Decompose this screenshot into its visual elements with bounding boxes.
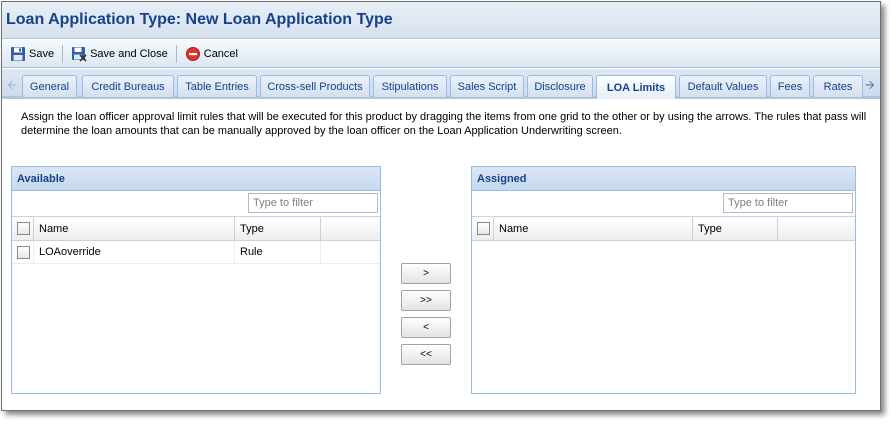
tab-label: General [29, 80, 70, 93]
tab-label: LOA Limits [606, 81, 666, 94]
tab-label: Table Entries [185, 80, 249, 93]
tab-label: Stipulations [381, 80, 439, 93]
select-all-checkbox[interactable] [477, 222, 490, 235]
loan-application-type-window: Loan Application Type: New Loan Applicat… [1, 1, 881, 411]
tab-label: Credit Bureaus [91, 80, 165, 93]
row-checkbox-cell [12, 241, 34, 263]
tab-label: Sales Script [457, 80, 517, 93]
save-close-icon [71, 46, 87, 62]
assigned-column-headers: Name Type [472, 217, 855, 241]
tab-strip: 🡨 General Credit Bureaus Table Entries C… [2, 69, 880, 99]
column-header-filler [321, 217, 380, 240]
title-bar: Loan Application Type: New Loan Applicat… [2, 2, 880, 39]
select-all-cell [472, 217, 494, 240]
column-header-name[interactable]: Name [494, 217, 693, 240]
column-header-filler [778, 217, 855, 240]
tab-label: Disclosure [534, 80, 586, 93]
available-header: Available [12, 167, 380, 191]
scroll-left-arrow-icon[interactable]: 🡨 [4, 75, 20, 95]
row-checkbox[interactable] [17, 245, 30, 259]
assigned-grid: Assigned Name Type [471, 166, 856, 394]
available-grid: Available Name Type LOAoverride Rule [11, 166, 381, 394]
select-all-cell [12, 217, 34, 240]
save-label: Save [29, 47, 55, 60]
column-header-type[interactable]: Type [693, 217, 778, 240]
tab-credit-bureaus[interactable]: Credit Bureaus [82, 75, 174, 97]
cancel-icon [185, 46, 201, 62]
row-type: Rule [235, 241, 321, 263]
toolbar: Save Save and Close Cancel [2, 40, 880, 68]
tab-rates[interactable]: Rates [813, 75, 863, 97]
scroll-right-arrow-icon[interactable]: 🡪 [862, 75, 878, 95]
available-column-headers: Name Type [12, 217, 380, 241]
tab-stipulations[interactable]: Stipulations [373, 75, 447, 97]
window-title: Loan Application Type: New Loan Applicat… [6, 11, 393, 28]
tab-table-entries[interactable]: Table Entries [177, 75, 257, 97]
available-filter-bar [12, 191, 380, 217]
tab-disclosure[interactable]: Disclosure [527, 75, 593, 97]
save-and-close-button[interactable]: Save and Close [67, 43, 172, 65]
assign-all-button[interactable]: >> [401, 290, 451, 311]
remove-selected-button[interactable]: < [401, 317, 451, 338]
assign-selected-button[interactable]: > [401, 263, 451, 284]
tab-loa-limits[interactable]: LOA Limits [596, 75, 676, 99]
instructions-text: Assign the loan officer approval limit r… [21, 111, 867, 137]
assigned-filter-bar [472, 191, 855, 217]
tab-label: Rates [823, 80, 853, 93]
tab-sales-script[interactable]: Sales Script [450, 75, 524, 97]
row-name: LOAoverride [34, 241, 235, 263]
cancel-label: Cancel [203, 47, 238, 60]
toolbar-separator [62, 44, 64, 63]
tab-fees[interactable]: Fees [770, 75, 810, 97]
assigned-filter-input[interactable] [723, 193, 853, 213]
column-header-type[interactable]: Type [235, 217, 321, 240]
tab-label: Default Values [687, 80, 759, 93]
column-header-name[interactable]: Name [34, 217, 235, 240]
available-filter-input[interactable] [248, 193, 378, 213]
select-all-checkbox[interactable] [17, 222, 30, 235]
tab-label: Cross-sell Products [267, 80, 363, 93]
save-and-close-label: Save and Close [90, 47, 168, 60]
save-button[interactable]: Save [6, 43, 58, 65]
tab-label: Fees [777, 80, 803, 93]
cancel-button[interactable]: Cancel [181, 43, 242, 65]
tab-default-values[interactable]: Default Values [679, 75, 767, 97]
toolbar-separator [175, 44, 177, 63]
tab-cross-sell-products[interactable]: Cross-sell Products [260, 75, 370, 97]
table-row[interactable]: LOAoverride Rule [12, 241, 380, 264]
tab-general[interactable]: General [22, 75, 77, 97]
remove-all-button[interactable]: << [401, 344, 451, 365]
floppy-disk-icon [10, 46, 26, 62]
assigned-header: Assigned [472, 167, 855, 191]
